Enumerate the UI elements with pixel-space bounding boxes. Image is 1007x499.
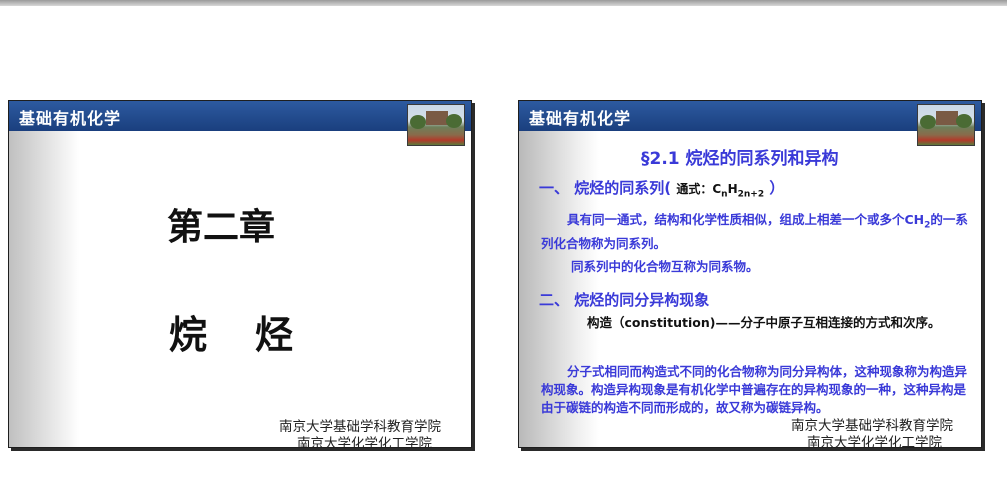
section-1-heading: 一、 烷烃的同系列( 通式：CnH2n+2 ） xyxy=(539,177,784,199)
homologous-definition: 具有同一通式，结构和化学性质相似，组成上相差一个或多个CH2的一系列化合物称为同… xyxy=(541,212,968,251)
course-title: 基础有机化学 xyxy=(529,109,632,128)
homologue-definition: 同系列中的化合物互称为同系物。 xyxy=(571,259,759,274)
window-top-bar xyxy=(0,0,1007,6)
institution-line-2: 南京大学化学化工学院 xyxy=(807,435,942,448)
slide-header: 基础有机化学 xyxy=(519,101,981,131)
slide-header: 基础有机化学 xyxy=(9,101,471,131)
chapter-label: 第二章 xyxy=(167,207,276,248)
chapter-title-char-2: 烃 xyxy=(255,313,294,357)
slide-thumbnail-2[interactable]: 基础有机化学 §2.1 烷烃的同系列和异构 一、 烷烃的同系列( 通式：CnH2… xyxy=(518,100,982,448)
section-1-close: ） xyxy=(769,179,785,197)
slide-shading xyxy=(9,131,79,447)
section-2-heading: 二、 烷烃的同分异构现象 xyxy=(539,291,710,309)
institution-line-2: 南京大学化学化工学院 xyxy=(297,436,432,448)
section-title: §2.1 烷烃的同系列和异构 xyxy=(641,149,839,169)
course-title: 基础有机化学 xyxy=(19,109,122,128)
chapter-title-char-1: 烷 xyxy=(169,313,208,357)
general-formula: 通式：CnH2n+2 xyxy=(676,182,765,200)
campus-photo-icon xyxy=(917,104,975,146)
isomer-definition: 分子式相同而构造式不同的化合物称为同分异构体，这种现象称为构造异构现象。构造异构… xyxy=(541,364,968,415)
section-1-text: 一、 烷烃的同系列( xyxy=(539,179,672,197)
constitution-definition: 构造（constitution)——分子中原子互相连接的方式和次序。 xyxy=(587,315,941,330)
slide-thumbnail-1[interactable]: 基础有机化学 第二章 烷 烃 南京大学基础学科教育学院 南京大学化学化工学院 xyxy=(8,100,472,448)
campus-photo-icon xyxy=(407,104,465,146)
